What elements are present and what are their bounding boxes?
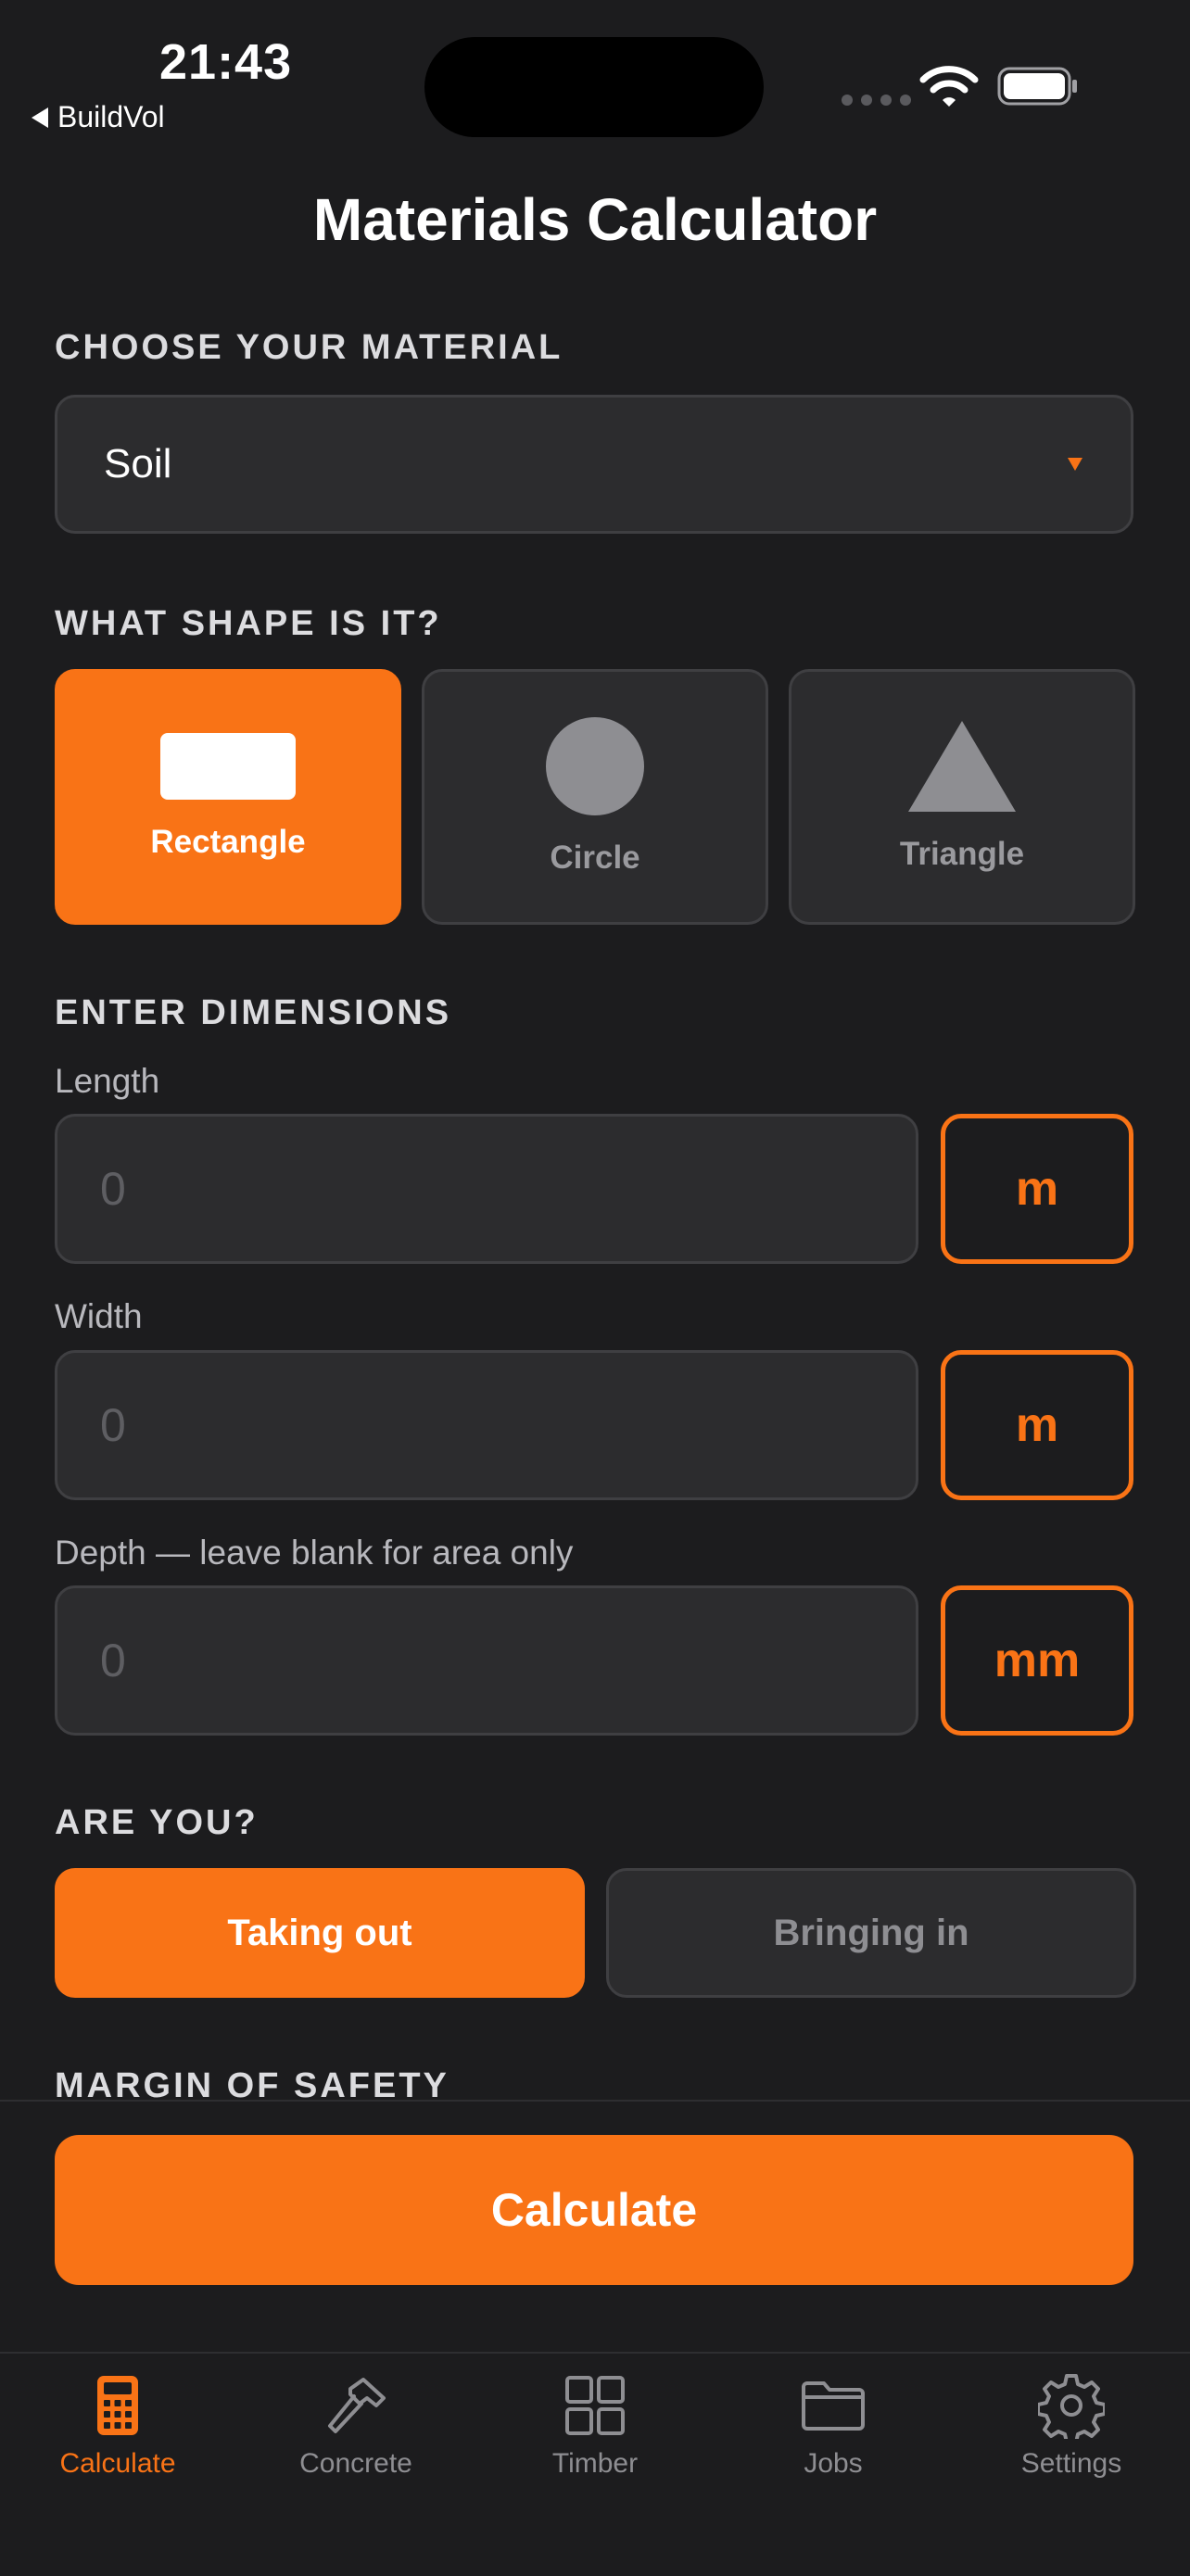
depth-input[interactable]: 0 [55,1585,918,1736]
material-select[interactable]: Soil [55,395,1133,534]
status-time: 21:43 [159,34,293,90]
tab-label: Settings [1020,2448,1122,2479]
gear-icon [1038,2374,1105,2439]
width-unit-button[interactable]: m [941,1350,1133,1500]
shape-option-triangle[interactable]: Triangle [789,669,1135,925]
shape-option-label: Circle [550,840,640,876]
rectangle-icon [160,733,296,800]
shape-option-label: Triangle [899,836,1025,872]
taking-out-button[interactable]: Taking out [55,1868,585,1998]
tab-timber[interactable]: Timber [484,2372,706,2480]
chevron-down-icon [1068,458,1082,471]
shape-option-label: Rectangle [150,824,306,860]
width-label: Width [55,1297,143,1335]
dimensions-section-heading: ENTER DIMENSIONS [55,993,452,1032]
tab-jobs[interactable]: Jobs [722,2372,944,2480]
back-app-label: BuildVol [57,100,165,133]
battery-icon [997,67,1077,106]
tab-label: Timber [551,2448,639,2479]
page-title: Materials Calculator [312,186,878,253]
tab-settings[interactable]: Settings [960,2372,1183,2480]
cellular-signal-icon [842,95,911,106]
circle-icon [546,717,644,815]
tab-label: Jobs [804,2448,863,2479]
dynamic-island [424,37,764,137]
folder-icon [802,2381,865,2431]
tab-calculate[interactable]: Calculate [6,2372,229,2480]
shape-option-rectangle[interactable]: Rectangle [55,669,401,925]
material-section-heading: CHOOSE YOUR MATERIAL [55,328,563,367]
wifi-icon [919,66,979,107]
width-input[interactable]: 0 [55,1350,918,1500]
length-unit-button[interactable]: m [941,1114,1133,1264]
direction-section-heading: ARE YOU? [55,1803,259,1842]
length-label: Length [55,1062,160,1100]
length-input[interactable]: 0 [55,1114,918,1264]
calculator-icon [97,2376,138,2435]
tab-label: Concrete [299,2448,412,2479]
triangle-icon [908,721,1016,812]
back-arrow-icon [32,107,48,128]
material-selected-value: Soil [104,441,172,486]
back-to-app-button[interactable]: BuildVol [32,100,165,134]
tab-label: Calculate [59,2448,176,2479]
depth-label: Depth — leave blank for area only [55,1534,574,1572]
tab-concrete[interactable]: Concrete [245,2372,467,2480]
depth-unit-button[interactable]: mm [941,1585,1133,1736]
shape-option-circle[interactable]: Circle [422,669,768,925]
grid-icon [565,2376,625,2435]
bringing-in-button[interactable]: Bringing in [606,1868,1136,1998]
hammer-icon [328,2378,386,2433]
shape-section-heading: WHAT SHAPE IS IT? [55,604,442,643]
calculate-button[interactable]: Calculate [55,2135,1133,2285]
